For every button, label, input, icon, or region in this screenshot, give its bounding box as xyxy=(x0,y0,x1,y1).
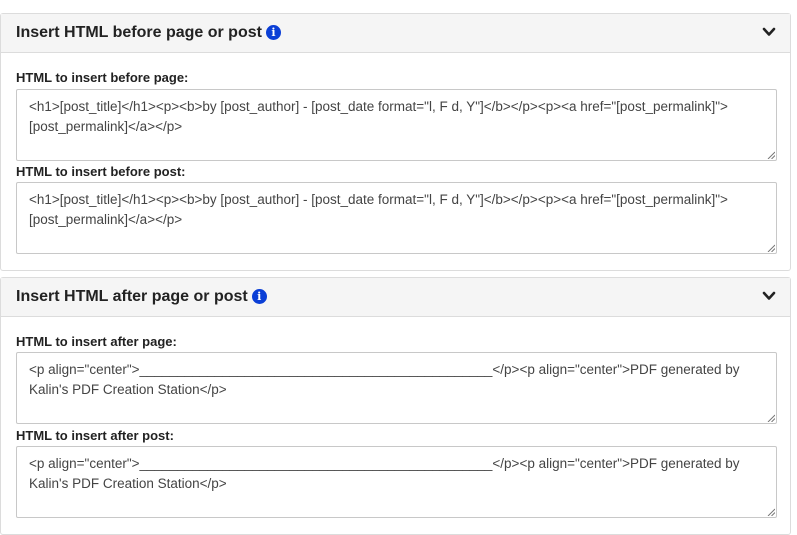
after-page-textarea[interactable]: <p align="center">______________________… xyxy=(16,352,777,424)
resize-grip-icon[interactable] xyxy=(767,151,775,159)
before-post-value: <h1>[post_title]</h1><p><b>by [post_auth… xyxy=(29,192,728,227)
info-icon[interactable]: i xyxy=(265,25,281,40)
insert-after-header[interactable]: Insert HTML after page or post i xyxy=(1,278,790,317)
after-page-label: HTML to insert after page: xyxy=(16,334,177,349)
before-page-textarea[interactable]: <h1>[post_title]</h1><p><b>by [post_auth… xyxy=(16,89,777,161)
after-post-value: <p align="center">______________________… xyxy=(29,456,740,491)
insert-before-title-text: Insert HTML before page or post xyxy=(16,24,262,41)
insert-after-panel: Insert HTML after page or post i HTML to … xyxy=(0,277,791,535)
after-post-label: HTML to insert after post: xyxy=(16,428,174,443)
insert-after-title: Insert HTML after page or post i xyxy=(16,288,267,306)
resize-grip-icon[interactable] xyxy=(767,414,775,422)
resize-grip-icon[interactable] xyxy=(767,508,775,516)
after-page-value: <p align="center">______________________… xyxy=(29,362,740,397)
insert-before-panel: Insert HTML before page or post i HTML to… xyxy=(0,13,791,271)
chevron-down-icon[interactable] xyxy=(762,289,776,303)
insert-before-header[interactable]: Insert HTML before page or post i xyxy=(1,14,790,53)
info-icon[interactable]: i xyxy=(251,289,267,304)
before-page-label: HTML to insert before page: xyxy=(16,70,189,85)
before-post-label: HTML to insert before post: xyxy=(16,164,186,179)
resize-grip-icon[interactable] xyxy=(767,244,775,252)
before-post-textarea[interactable]: <h1>[post_title]</h1><p><b>by [post_auth… xyxy=(16,182,777,254)
insert-before-title: Insert HTML before page or post i xyxy=(16,24,281,42)
after-post-textarea[interactable]: <p align="center">______________________… xyxy=(16,446,777,518)
insert-after-title-text: Insert HTML after page or post xyxy=(16,288,248,305)
chevron-down-icon[interactable] xyxy=(762,25,776,39)
before-page-value: <h1>[post_title]</h1><p><b>by [post_auth… xyxy=(29,99,728,134)
